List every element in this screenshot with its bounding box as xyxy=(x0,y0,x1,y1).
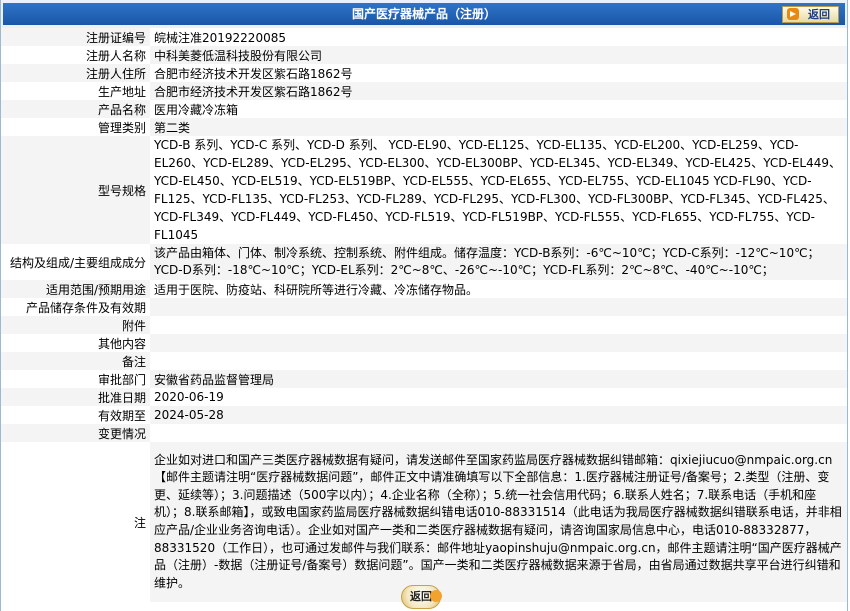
row-label: 有效期至 xyxy=(1,406,150,424)
circle-icon xyxy=(430,590,442,602)
table-row: 有效期至 2024-05-28 xyxy=(1,406,847,424)
row-label: 适用范围/预期用途 xyxy=(1,280,150,298)
table-row: 产品名称 医用冷藏冷冻箱 xyxy=(1,100,847,118)
row-label: 其他内容 xyxy=(1,334,150,352)
row-label: 注册人名称 xyxy=(1,46,150,64)
row-label: 注册证编号 xyxy=(1,28,150,46)
row-label: 产品名称 xyxy=(1,100,150,118)
table-row: 变更情况 xyxy=(1,424,847,442)
row-value: 合肥市经济技术开发区紫石路1862号 xyxy=(154,66,353,81)
row-value xyxy=(150,298,847,316)
row-value: 2020-06-19 xyxy=(154,390,224,404)
row-value xyxy=(150,352,847,370)
table-row: 注册人住所 合肥市经济技术开发区紫石路1862号 xyxy=(1,64,847,82)
row-value: 医用冷藏冷冻箱 xyxy=(154,102,239,117)
row-value: 企业如对进口和国产三类医疗器械数据有疑问，请发送邮件至国家药监局医疗器械数据纠错… xyxy=(150,442,847,602)
row-label: 变更情况 xyxy=(1,424,150,442)
row-label: 注 xyxy=(1,442,150,602)
back-button-top[interactable]: 返回 xyxy=(782,6,839,23)
row-value: 第二类 xyxy=(150,118,847,136)
row-value: 合肥市经济技术开发区紫石路1862号 xyxy=(150,82,847,100)
row-label: 型号规格 xyxy=(1,136,150,244)
footer: 返回 xyxy=(1,582,847,611)
row-label: 管理类别 xyxy=(1,118,150,136)
row-label: 附件 xyxy=(1,316,150,334)
table-row: 产品储存条件及有效期 xyxy=(1,298,847,316)
table-row: 生产地址 合肥市经济技术开发区紫石路1862号 xyxy=(1,82,847,100)
row-value: 皖械注准20192220085 xyxy=(154,30,286,45)
arrow-right-icon xyxy=(787,8,799,20)
table-row: 结构及组成/主要组成成分 该产品由箱体、门体、制冷系统、控制系统、附件组成。储存温… xyxy=(1,244,847,280)
table-row: 注企业如对进口和国产三类医疗器械数据有疑问，请发送邮件至国家药监局医疗器械数据纠… xyxy=(1,442,847,602)
row-label: 结构及组成/主要组成成分 xyxy=(1,244,150,280)
row-value: 适用于医院、防疫站、科研院所等进行冷藏、冷冻储存物品。 xyxy=(154,282,479,297)
table-row: 注册人名称 中科美菱低温科技股份有限公司 xyxy=(1,46,847,64)
row-label: 审批部门 xyxy=(1,370,150,388)
header-bar: 国产医疗器械产品（注册） 返回 xyxy=(1,0,847,28)
row-label: 生产地址 xyxy=(1,82,150,100)
table-row: 型号规格 YCD-B 系列、YCD-C 系列、YCD-D 系列、 YCD-EL90… xyxy=(1,136,847,244)
back-button-label: 返回 xyxy=(410,590,432,603)
table-row: 适用范围/预期用途 适用于医院、防疫站、科研院所等进行冷藏、冷冻储存物品。 xyxy=(1,280,847,298)
table-row: 批准日期 2020-06-19 xyxy=(1,388,847,406)
detail-page: 国产医疗器械产品（注册） 返回 注册证编号 皖械注准20192220085 注册人… xyxy=(0,0,848,611)
back-button-bottom[interactable]: 返回 xyxy=(401,585,442,609)
table-row: 备注 xyxy=(1,352,847,370)
row-value: 2024-05-28 xyxy=(150,406,847,424)
page-title: 国产医疗器械产品（注册） xyxy=(3,3,845,25)
table-row: 注册证编号 皖械注准20192220085 xyxy=(1,28,847,46)
table-row: 管理类别 第二类 xyxy=(1,118,847,136)
row-value: 该产品由箱体、门体、制冷系统、控制系统、附件组成。储存温度：YCD-B系列：-6… xyxy=(150,244,847,280)
row-value: YCD-B 系列、YCD-C 系列、YCD-D 系列、 YCD-EL90、YCD… xyxy=(154,138,842,242)
row-label: 备注 xyxy=(1,352,150,370)
table-row: 附件 xyxy=(1,316,847,334)
row-value: 中科美菱低温科技股份有限公司 xyxy=(150,46,847,64)
row-label: 注册人住所 xyxy=(1,64,150,82)
back-button-label: 返回 xyxy=(808,8,830,21)
table-row: 其他内容 xyxy=(1,334,847,352)
row-value xyxy=(150,334,847,352)
row-label: 产品储存条件及有效期 xyxy=(1,298,150,316)
detail-table: 注册证编号 皖械注准20192220085 注册人名称 中科美菱低温科技股份有限公司… xyxy=(1,28,847,602)
row-value xyxy=(150,316,847,334)
row-label: 批准日期 xyxy=(1,388,150,406)
table-row: 审批部门 安徽省药品监督管理局 xyxy=(1,370,847,388)
row-value: 安徽省药品监督管理局 xyxy=(150,370,847,388)
row-value xyxy=(150,424,847,442)
